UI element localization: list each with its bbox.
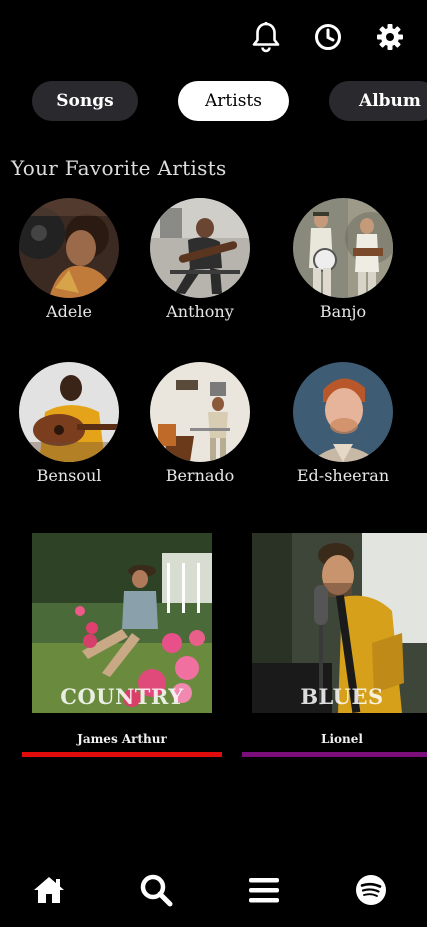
artist-photo	[150, 362, 250, 462]
history-icon[interactable]	[311, 20, 345, 54]
artist-photo	[293, 198, 393, 298]
genre-image: COUNTRY	[32, 533, 212, 713]
artist-name: Ed-sheeran	[296, 466, 390, 485]
spotify-icon[interactable]	[353, 872, 389, 908]
section-title: Your Favorite Artists	[11, 156, 227, 180]
artist-name: Adele	[46, 302, 92, 321]
tab-artists[interactable]: Artists	[178, 81, 289, 121]
menu-icon[interactable]	[246, 872, 282, 908]
genre-label: BLUES	[300, 684, 384, 709]
artist-photo	[19, 198, 119, 298]
tab-songs[interactable]: Songs	[32, 81, 138, 121]
artist-card-ed-sheeran[interactable]: Ed-sheeran	[278, 362, 408, 485]
genre-label: COUNTRY	[60, 684, 184, 709]
artist-card-bensoul[interactable]: Bensoul	[4, 362, 134, 485]
genre-artist-name: James Arthur	[77, 732, 167, 746]
artist-name: Anthony	[166, 302, 234, 321]
artist-name: Bernado	[165, 466, 235, 485]
genre-card-country[interactable]: COUNTRY James Arthur	[22, 533, 222, 757]
artist-card-anthony[interactable]: Anthony	[135, 198, 265, 321]
tab-album[interactable]: Album	[329, 81, 427, 121]
genre-artist-name: Lionel	[321, 732, 363, 746]
genre-card-blues[interactable]: BLUES Lionel	[242, 533, 427, 757]
artist-name: Bensoul	[36, 466, 102, 485]
bell-icon[interactable]	[249, 20, 283, 54]
genre-accent-bar	[242, 752, 427, 757]
artist-card-bernado[interactable]: Bernado	[135, 362, 265, 485]
artist-card-adele[interactable]: Adele	[4, 198, 134, 321]
search-icon[interactable]	[138, 872, 174, 908]
artist-card-banjo[interactable]: Banjo	[278, 198, 408, 321]
artist-photo	[293, 362, 393, 462]
artist-photo	[19, 362, 119, 462]
artist-name: Banjo	[319, 302, 367, 321]
gear-icon[interactable]	[373, 20, 407, 54]
home-icon[interactable]	[31, 872, 67, 908]
genre-image: BLUES	[252, 533, 427, 713]
genre-accent-bar	[22, 752, 222, 757]
artist-photo	[150, 198, 250, 298]
